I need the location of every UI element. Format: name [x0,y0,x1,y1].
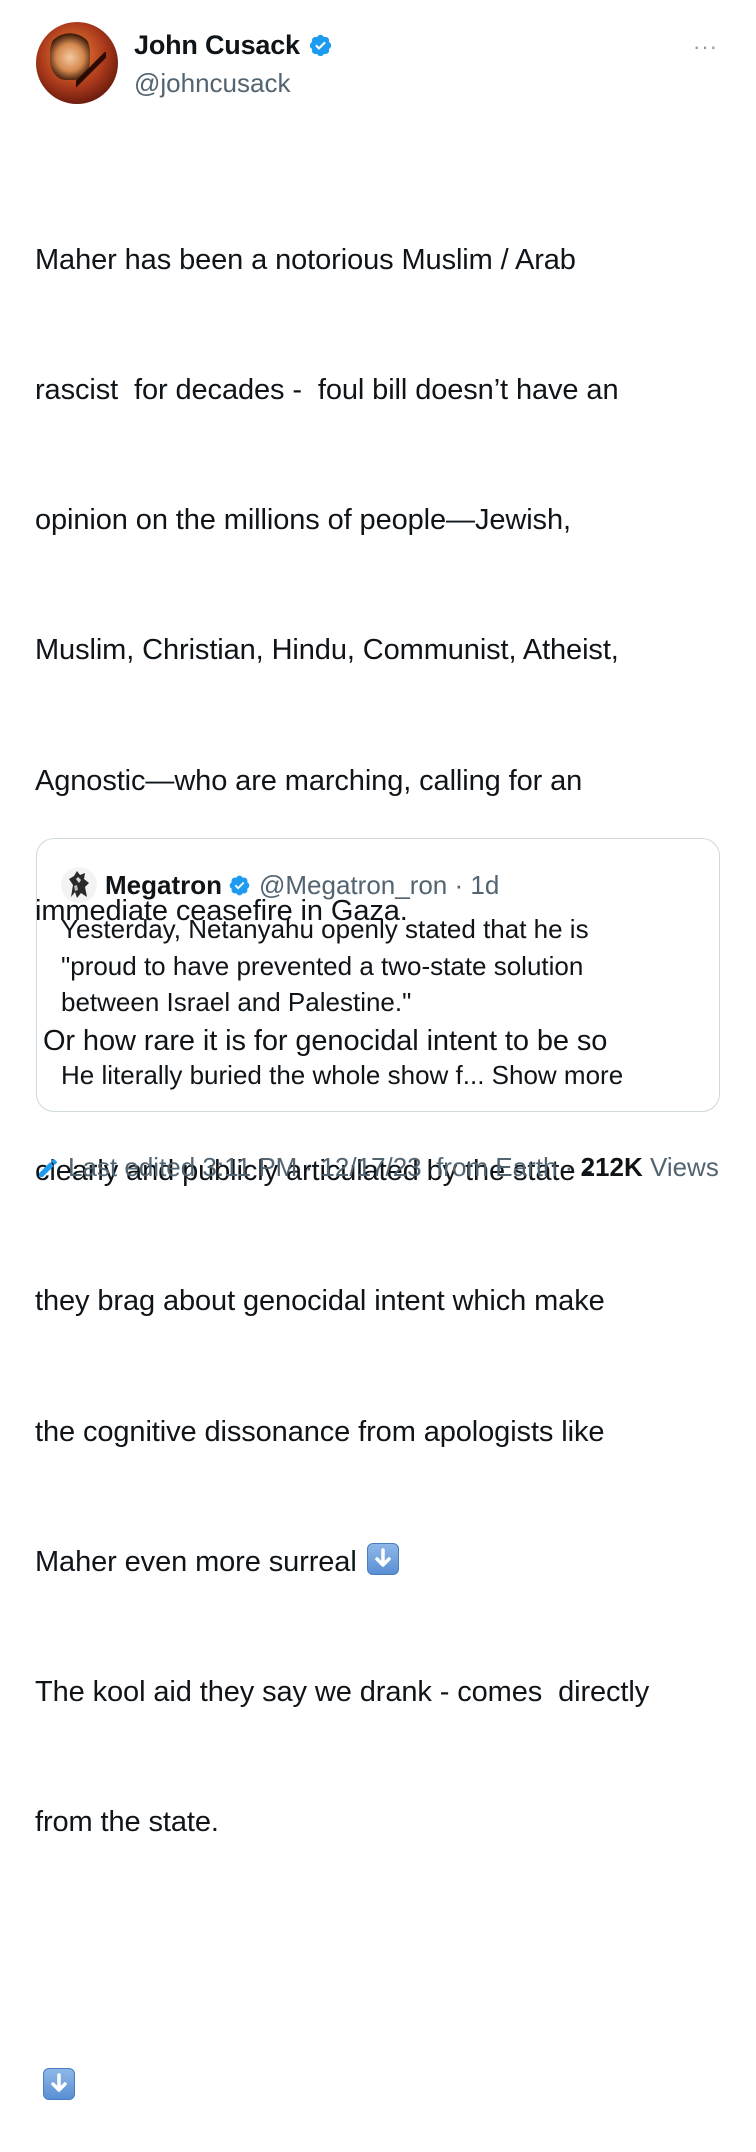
tweet-line: Muslim, Christian, Hindu, Communist, Ath… [35,634,619,667]
author-name-row[interactable]: John Cusack [134,30,333,61]
quoted-author-handle[interactable]: @Megatron_ron · 1d [259,870,499,901]
tweet-line-with-emoji: Maher even more surreal [35,1541,735,1584]
views-label: Views [642,1152,719,1182]
quoted-tweet-card[interactable]: Megatron @Megatron_ron · 1d Yesterday, N… [36,838,720,1112]
show-more-link[interactable]: Show more [492,1060,624,1090]
pencil-icon [39,1158,58,1177]
more-options-icon[interactable]: ··· [693,36,718,58]
tweet-meta: Last edited 3:11 PM · 12/17/23 from Eart… [36,1152,719,1183]
verified-badge-icon [229,875,250,895]
author-name[interactable]: John Cusack [134,30,300,61]
quoted-line [61,1021,701,1058]
quoted-line: Yesterday, Netanyahu openly stated that … [61,914,589,944]
tweet-line: Agnostic—who are marching, calling for a… [35,764,583,797]
tweet-line: the cognitive dissonance from apologists… [35,1415,605,1448]
tweet-line-text: Maher even more surreal [35,1545,357,1578]
quoted-tweet-age: · 1d [454,869,500,900]
tweet-line: Maher has been a notorious Muslim / Arab [35,243,576,276]
quoted-tweet-header: Megatron @Megatron_ron · 1d [61,867,499,903]
quoted-author-avatar[interactable] [61,867,97,903]
quoted-line: between Israel and Palestine." [61,987,412,1017]
tweet-line: opinion on the millions of people—Jewish… [35,504,571,537]
tweet-line: The kool aid they say we drank - comes d… [35,1676,650,1709]
author-avatar[interactable] [36,22,118,104]
tweet-line: from the state. [35,1806,219,1839]
views-count: 212K [580,1152,643,1182]
quoted-author-name[interactable]: Megatron [105,870,222,901]
emoji-line [35,2062,735,2109]
quoted-line-truncated: He literally buried the whole show f... … [61,1060,624,1090]
tweet-line: rascist for decades - foul bill doesn’t … [35,374,619,407]
author-handle[interactable]: @johncusack [134,68,290,99]
down-arrow-emoji-icon [366,1542,399,1575]
verified-badge-icon [309,34,332,57]
quoted-tweet-text: Yesterday, Netanyahu openly stated that … [61,911,701,1094]
tweet-line: they brag about genocidal intent which m… [35,1285,605,1318]
down-arrow-emoji-icon [43,2067,75,2100]
quoted-line: "proud to have prevented a two-state sol… [61,950,584,981]
edited-timestamp[interactable]: Last edited 3:11 PM · 12/17/23 from Eart… [68,1152,581,1183]
tweet-header: John Cusack @johncusack ··· [36,22,726,112]
